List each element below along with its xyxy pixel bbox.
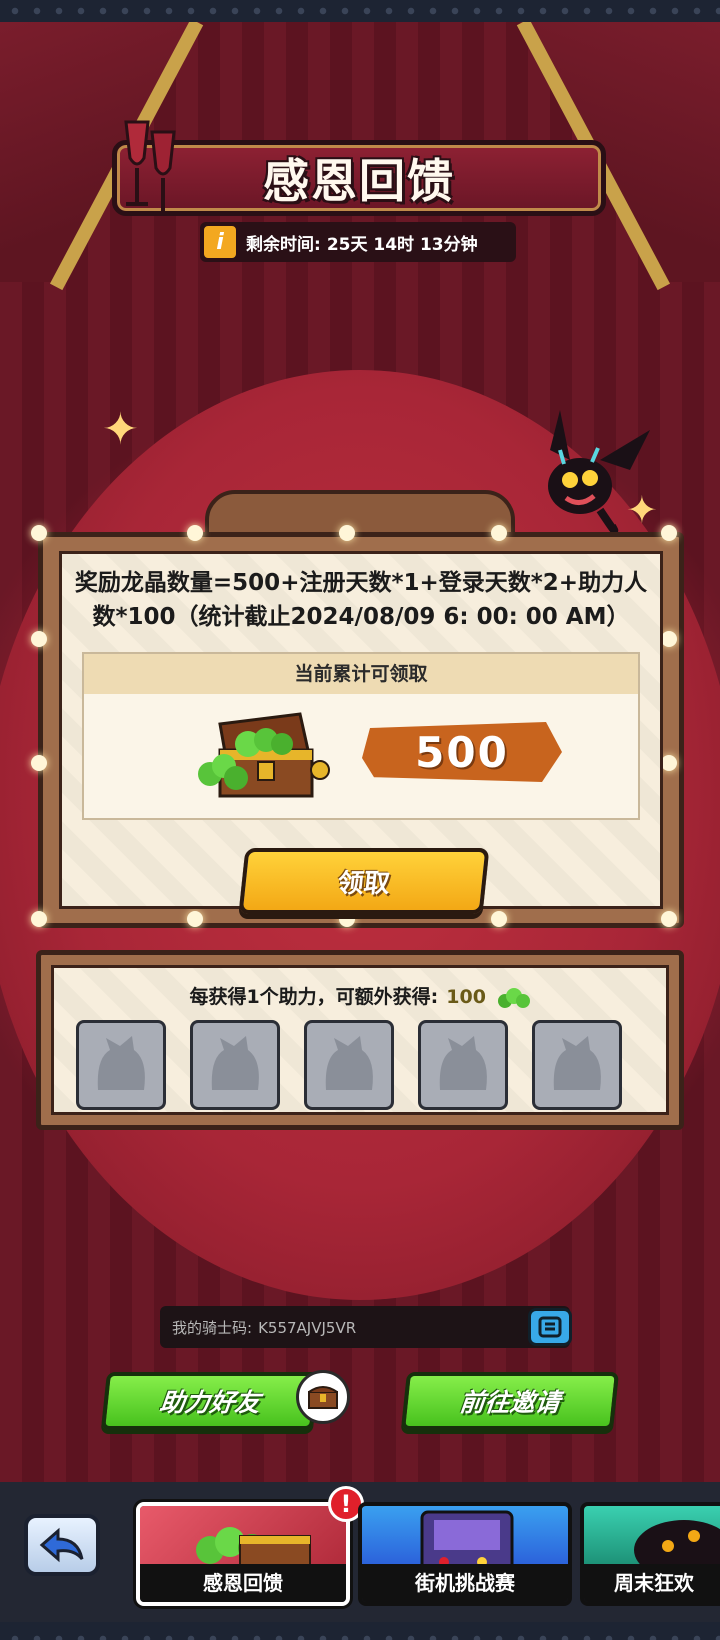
claim-button-label: 领取 <box>336 868 392 899</box>
accumulated-panel: 当前累计可领取 500 <box>82 652 640 820</box>
title-banner: 感恩回馈 <box>112 140 606 216</box>
goblet-icon <box>124 120 176 216</box>
avatar-placeholder-icon <box>97 1036 145 1090</box>
treasure-chest-icon <box>196 1527 311 1573</box>
sparkle-icon: ✦ <box>102 404 139 455</box>
light-bulb <box>31 755 47 771</box>
helper-slot-5[interactable] <box>532 1020 622 1110</box>
arcade-machine-icon <box>420 1510 514 1574</box>
amount-ribbon: 500 <box>362 722 562 782</box>
light-bulb <box>31 911 47 927</box>
tab-label: 街机挑战赛 <box>362 1564 568 1602</box>
chest-badge-icon <box>296 1370 350 1424</box>
dragon-mascot-icon <box>548 410 650 535</box>
green-gem-icon <box>497 987 530 1008</box>
helper-slot-3[interactable] <box>304 1020 394 1110</box>
tab-arcade-challenge[interactable]: 街机挑战赛 <box>358 1502 572 1606</box>
light-bulb <box>491 525 507 541</box>
assist-friend-label: 助力好友 <box>158 1388 262 1417</box>
avatar-placeholder-icon <box>439 1036 487 1090</box>
light-bulb <box>661 525 677 541</box>
tab-art <box>140 1506 346 1573</box>
helper-bonus-amount: 100 <box>446 986 486 1008</box>
reward-board: 奖励龙晶数量=500+注册天数*1+登录天数*2+助力人数*100（统计截止20… <box>31 525 684 928</box>
timer-bar: i 剩余时间: 25天 14时 13分钟 <box>200 222 516 262</box>
avatar-placeholder-icon <box>553 1036 601 1090</box>
light-bulb <box>31 631 47 647</box>
avatar-placeholder-icon <box>211 1036 259 1090</box>
knight-code-line: 我的骑士码: K557AJVJ5VR <box>172 1317 356 1338</box>
helpers-board: 每获得1个助力，可额外获得: 100 <box>36 950 684 1130</box>
knight-code-value: K557AJVJ5VR <box>258 1319 357 1337</box>
helper-slot-2[interactable] <box>190 1020 280 1110</box>
knight-code-bar: 我的骑士码: K557AJVJ5VR <box>160 1306 572 1348</box>
tab-art <box>362 1506 568 1574</box>
light-bulb <box>491 911 507 927</box>
reward-board-inner: 奖励龙晶数量=500+注册天数*1+登录天数*2+助力人数*100（统计截止20… <box>59 551 663 914</box>
bottom-status-strip <box>0 1622 720 1640</box>
light-bulb <box>31 525 47 541</box>
copy-icon[interactable] <box>528 1308 572 1346</box>
timer-label: 剩余时间: <box>246 234 321 255</box>
claim-button[interactable]: 领取 <box>238 848 490 914</box>
light-bulb <box>661 755 677 771</box>
light-bulb <box>661 631 677 647</box>
assist-friend-button[interactable]: 助力好友 <box>100 1372 320 1430</box>
page-title: 感恩回馈 <box>263 154 455 208</box>
back-arrow-icon <box>39 1527 84 1563</box>
tab-art <box>584 1506 720 1580</box>
go-invite-label: 前往邀请 <box>458 1388 562 1417</box>
light-bulb <box>187 525 203 541</box>
tab-thanksgiving[interactable]: 感恩回馈 <box>136 1502 350 1606</box>
tab-weekend-carnival[interactable]: 周末狂欢 <box>580 1502 720 1606</box>
helper-bonus-text: 每获得1个助力，可额外获得: <box>189 986 439 1008</box>
go-invite-button[interactable]: 前往邀请 <box>400 1372 620 1430</box>
back-button[interactable] <box>24 1514 100 1576</box>
top-status-strip <box>0 0 720 22</box>
accumulated-title: 当前累计可领取 <box>84 654 638 694</box>
reward-formula: 奖励龙晶数量=500+注册天数*1+登录天数*2+助力人数*100（统计截止20… <box>74 570 648 630</box>
knight-code-label: 我的骑士码: <box>172 1319 253 1337</box>
timer-value: 25天 14时 13分钟 <box>326 234 478 255</box>
helper-bonus-line: 每获得1个助力，可额外获得: 100 <box>54 982 666 1009</box>
claimable-amount: 500 <box>415 727 509 777</box>
tab-label: 周末狂欢 <box>584 1564 720 1602</box>
light-bulb <box>187 911 203 927</box>
avatar-placeholder-icon <box>325 1036 373 1090</box>
info-icon[interactable]: i <box>202 224 238 260</box>
light-bulb <box>339 525 355 541</box>
treasure-chest-icon <box>198 712 330 798</box>
light-bulb <box>661 911 677 927</box>
tab-label: 感恩回馈 <box>140 1564 346 1602</box>
helper-slot-4[interactable] <box>418 1020 508 1110</box>
helpers-board-inner: 每获得1个助力，可额外获得: 100 <box>51 965 669 1115</box>
helper-slot-1[interactable] <box>76 1020 166 1110</box>
monster-icon <box>634 1520 720 1580</box>
